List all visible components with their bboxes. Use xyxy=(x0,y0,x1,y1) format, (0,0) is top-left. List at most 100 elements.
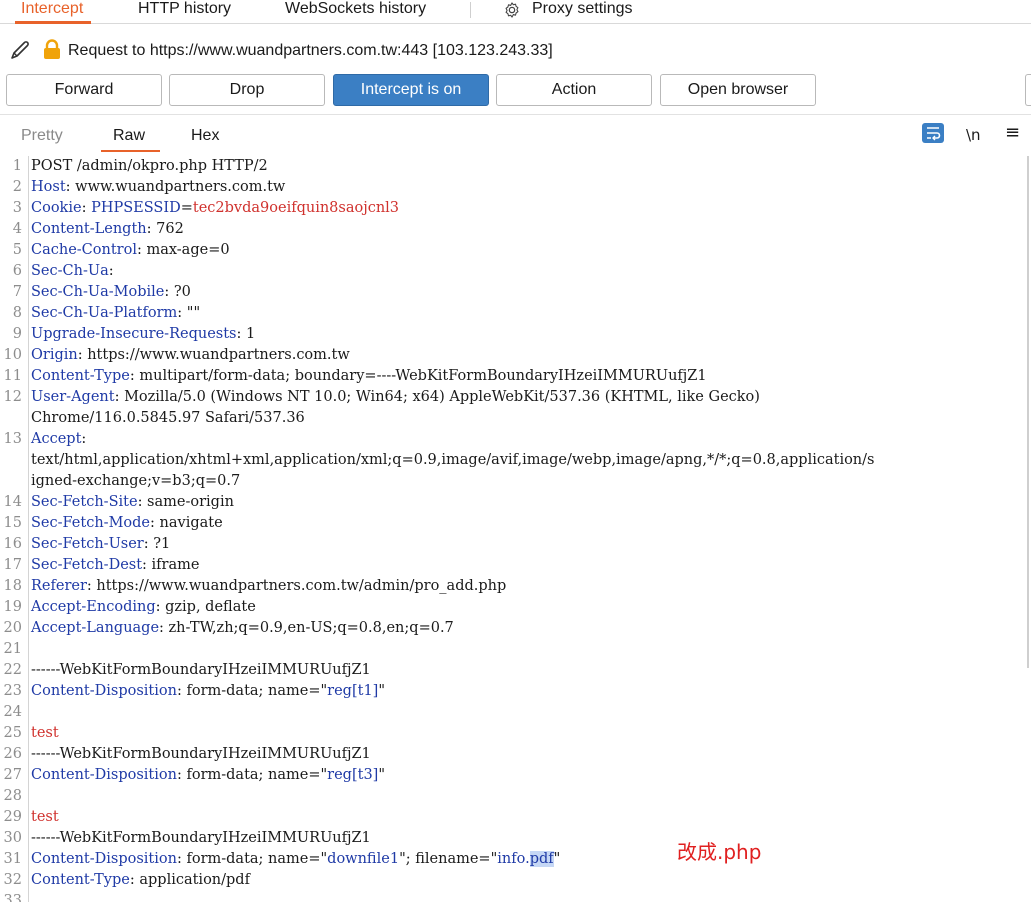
line-content: Sec-Ch-Ua: xyxy=(31,263,114,279)
line-number: 15 xyxy=(3,515,22,531)
request-target-label: Request to https://www.wuandpartners.com… xyxy=(68,42,553,59)
line-number: 10 xyxy=(3,347,22,363)
editor-line: 13 Accept: xyxy=(0,429,1031,450)
filename-value: info. xyxy=(497,851,530,867)
line-number: 8 xyxy=(12,305,22,321)
header-value: iframe xyxy=(146,557,200,573)
pencil-icon[interactable] xyxy=(7,39,33,63)
header-name: Content-Disposition xyxy=(31,851,177,867)
line-number: 14 xyxy=(3,494,22,510)
line-number: 2 xyxy=(12,179,22,195)
header-name: Content-Type xyxy=(31,872,130,888)
editor-line: 20 Accept-Language: zh-TW,zh;q=0.9,en-US;… xyxy=(0,618,1031,639)
editor-line: 25 test xyxy=(0,723,1031,744)
tab-websockets-history[interactable]: WebSockets history xyxy=(285,0,426,24)
header-name: Sec-Fetch-Mode xyxy=(31,515,151,531)
open-browser-button[interactable]: Open browser xyxy=(660,74,816,106)
header-name: Sec-Fetch-User xyxy=(31,536,144,552)
action-button[interactable]: Action xyxy=(496,74,652,106)
line-number: 24 xyxy=(3,704,22,720)
line-content: Content-Disposition: form-data; name="re… xyxy=(31,767,386,783)
tab-http-history[interactable]: HTTP history xyxy=(138,0,231,24)
line-content: Sec-Fetch-Dest: iframe xyxy=(31,557,200,573)
drop-button[interactable]: Drop xyxy=(169,74,325,106)
line-content: Chrome/116.0.5845.97 Safari/537.36 xyxy=(31,408,305,429)
overflow-button[interactable] xyxy=(1025,74,1031,106)
line-content: Sec-Fetch-Mode: navigate xyxy=(31,515,223,531)
header-value: zh-TW,zh;q=0.9,en-US;q=0.8,en;q=0.7 xyxy=(163,620,454,636)
line-number: 1 xyxy=(12,158,22,174)
line-number: 23 xyxy=(3,683,22,699)
editor-line: text/html,application/xhtml+xml,applicat… xyxy=(0,450,1031,471)
show-newlines-toggle[interactable]: \n xyxy=(966,126,981,144)
selected-extension: pdf xyxy=(529,851,554,867)
header-name: Sec-Fetch-Site xyxy=(31,494,138,510)
hamburger-menu-icon[interactable]: ≡ xyxy=(1005,122,1020,143)
line-content: Content-Disposition: form-data; name="re… xyxy=(31,683,386,699)
raw-request-editor[interactable]: 1 POST /admin/okpro.php HTTP/2 2 Host: www.… xyxy=(0,156,1031,902)
header-value: ?0 xyxy=(169,284,191,300)
header-name: Cache-Control xyxy=(31,242,137,258)
line-content: Content-Disposition: form-data; name="do… xyxy=(31,851,561,867)
line-number: 25 xyxy=(3,725,22,741)
editor-line: 26 ------WebKitFormBoundaryIHzeiIMMURUufj… xyxy=(0,744,1031,765)
active-tab-underline xyxy=(15,21,92,24)
cookie-name: PHPSESSID xyxy=(91,200,181,216)
editor-line: igned-exchange;v=b3;q=0.7 xyxy=(0,471,1031,492)
header-value: https://www.wuandpartners.com.tw/admin/p… xyxy=(91,578,507,594)
editor-line: 8 Sec-Ch-Ua-Platform: "" xyxy=(0,303,1031,324)
editor-line: 28 xyxy=(0,786,1031,807)
body-value: test xyxy=(31,809,59,825)
header-name: Sec-Fetch-Dest xyxy=(31,557,143,573)
header-value: form-data; name=" xyxy=(181,851,328,867)
wrap-lines-button[interactable] xyxy=(922,123,944,143)
header-value: form-data; name=" xyxy=(181,683,328,699)
line-number: 19 xyxy=(3,599,22,615)
line-number: 28 xyxy=(3,788,22,804)
header-value: 1 xyxy=(241,326,256,342)
header-value: gzip, deflate xyxy=(160,599,256,615)
intercept-toggle-button[interactable]: Intercept is on xyxy=(333,74,489,106)
header-value-end: " xyxy=(553,851,561,867)
header-name: Accept xyxy=(31,431,82,447)
header-value-rest: " xyxy=(378,767,386,783)
line-number: 33 xyxy=(3,893,22,902)
line-content: ------WebKitFormBoundaryIHzeiIMMURUufjZ1 xyxy=(31,744,371,765)
active-view-underline xyxy=(101,150,161,152)
editor-line: 5 Cache-Control: max-age=0 xyxy=(0,240,1031,261)
header-name: Content-Length xyxy=(31,221,147,237)
tab-intercept[interactable]: Intercept xyxy=(15,0,92,24)
tab-proxy-settings-label: Proxy settings xyxy=(532,0,633,17)
header-value: same-origin xyxy=(142,494,234,510)
line-number: 11 xyxy=(3,368,22,384)
line-text: ------WebKitFormBoundaryIHzeiIMMURUufjZ1 xyxy=(31,662,371,678)
header-name: Origin xyxy=(31,347,78,363)
header-name: Accept-Encoding xyxy=(31,599,156,615)
header-value: navigate xyxy=(154,515,223,531)
line-content: test xyxy=(31,723,59,744)
line-content: Cache-Control: max-age=0 xyxy=(31,242,230,258)
tab-raw[interactable]: Raw xyxy=(101,127,161,153)
tab-hex[interactable]: Hex xyxy=(191,127,219,153)
tab-pretty[interactable]: Pretty xyxy=(21,127,63,153)
editor-line: 10 Origin: https://www.wuandpartners.com.… xyxy=(0,345,1031,366)
header-name: Content-Disposition xyxy=(31,767,177,783)
header-name: Content-Type xyxy=(31,368,130,384)
tab-http-history-label: HTTP history xyxy=(138,0,232,17)
line-content: POST /admin/okpro.php HTTP/2 xyxy=(31,156,268,177)
header-value: "" xyxy=(182,305,201,321)
line-number: 13 xyxy=(3,431,22,447)
forward-button[interactable]: Forward xyxy=(6,74,162,106)
line-content: test xyxy=(31,807,59,828)
line-number: 12 xyxy=(3,389,22,405)
line-content: Sec-Ch-Ua-Platform: "" xyxy=(31,305,201,321)
line-number: 16 xyxy=(3,536,22,552)
line-content: Referer: https://www.wuandpartners.com.t… xyxy=(31,578,507,594)
header-name: Accept-Language xyxy=(31,620,160,636)
proxy-tab-bar: Intercept HTTP history WebSockets histor… xyxy=(0,0,1031,24)
header-name: Sec-Ch-Ua-Mobile xyxy=(31,284,165,300)
line-content: Content-Type: multipart/form-data; bound… xyxy=(31,368,707,384)
header-name: Cookie xyxy=(31,200,82,216)
line-number: 22 xyxy=(3,662,22,678)
line-number: 9 xyxy=(12,326,22,342)
